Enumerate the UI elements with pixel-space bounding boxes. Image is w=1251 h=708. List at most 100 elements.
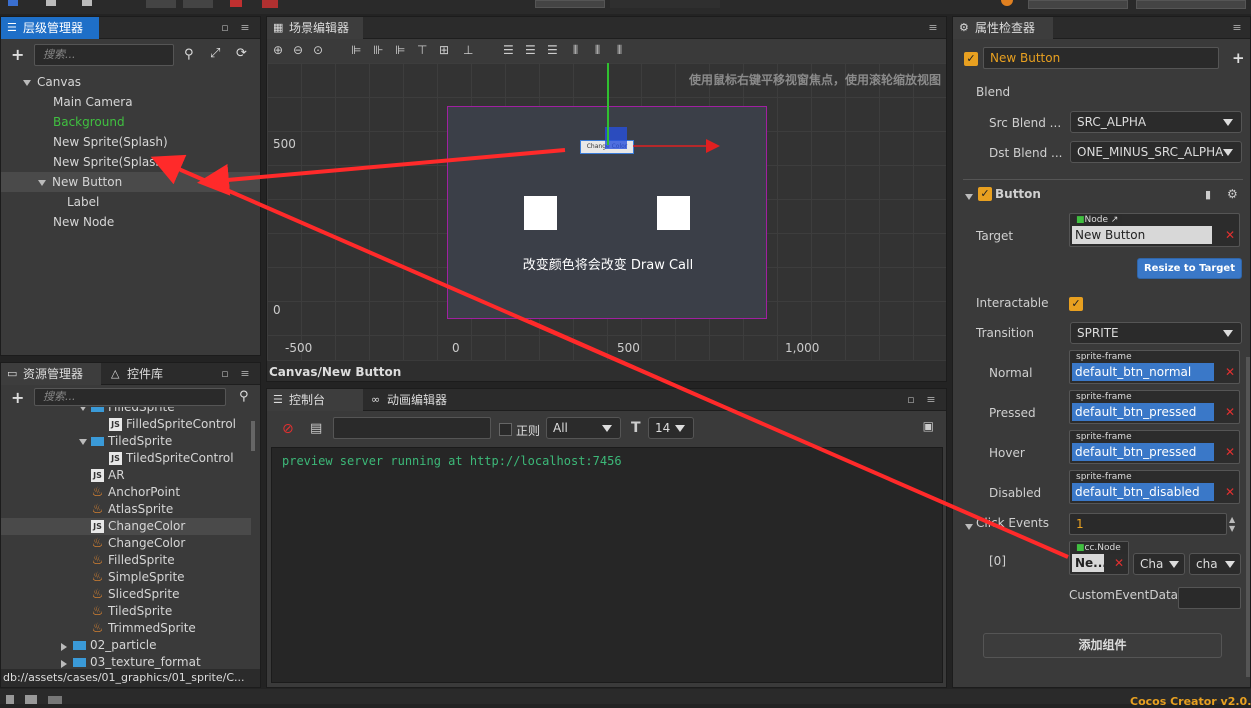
footer-icon-2[interactable] [25, 695, 37, 704]
hierarchy-search-input[interactable]: 搜索... [34, 44, 174, 66]
tree-item-main-camera[interactable]: Main Camera [1, 92, 260, 112]
distribute-1-icon[interactable]: ☰ [503, 43, 514, 57]
inspector-scrollbar[interactable] [1246, 357, 1250, 677]
disabled-sprite-field[interactable]: sprite-frame default_btn_disabled ✕ [1069, 470, 1240, 504]
toolbar-btn-2[interactable] [183, 0, 213, 8]
chevron-down-icon[interactable] [79, 407, 87, 411]
align-bottom-icon[interactable]: ⊥ [463, 43, 473, 57]
asset-item[interactable]: JS ChangeColor [1, 518, 251, 535]
component-collapse-icon[interactable] [965, 189, 979, 203]
regex-checkbox[interactable] [499, 423, 512, 436]
tree-item-background[interactable]: Background [1, 112, 260, 132]
tab-scene[interactable]: ▦ 场景编辑器 [267, 17, 363, 39]
add-asset-icon[interactable]: + [11, 388, 24, 407]
target-field[interactable]: ■Node ↗ New Button ✕ [1069, 213, 1240, 247]
align-vcenter-icon[interactable]: ⊞ [439, 43, 449, 57]
toolbar-btn-4[interactable] [1136, 0, 1246, 9]
tree-item-canvas[interactable]: Canvas [1, 72, 260, 92]
toolbar-refresh-icon[interactable] [46, 0, 56, 6]
normal-sprite-field[interactable]: sprite-frame default_btn_normal ✕ [1069, 350, 1240, 384]
asset-item[interactable]: JS TiledSpriteControl [1, 450, 251, 467]
asset-item[interactable]: ♨ SimpleSprite [1, 569, 251, 586]
tree-item-sprite-splash-2[interactable]: New Sprite(Splash) [1, 152, 260, 172]
toolbar-mobile-icon[interactable] [262, 0, 278, 8]
asset-item[interactable]: 03_texture_format [1, 654, 251, 669]
add-node-icon[interactable]: + [11, 45, 24, 64]
distribute-6-icon[interactable]: ⫴ [617, 43, 622, 58]
interactable-checkbox[interactable]: ✓ [1069, 297, 1083, 311]
clear-icon[interactable]: ✕ [1225, 405, 1235, 419]
distribute-2-icon[interactable]: ☰ [525, 43, 536, 57]
asset-item[interactable]: JS AR [1, 467, 251, 484]
console-filter-input[interactable] [333, 417, 491, 439]
sprite-white-left[interactable] [524, 196, 557, 230]
toolbar-play-icon[interactable] [8, 0, 18, 6]
tab-hierarchy[interactable]: ☰ 层级管理器 [1, 17, 99, 39]
pressed-sprite-field[interactable]: sprite-frame default_btn_pressed ✕ [1069, 390, 1240, 424]
clear-icon[interactable]: ✕ [1225, 228, 1235, 242]
zoom-reset-icon[interactable]: ⊙ [313, 43, 323, 57]
event-handler-select[interactable]: cha [1189, 553, 1241, 575]
toolbar-field[interactable] [610, 0, 720, 8]
transition-select[interactable]: SPRITE [1070, 322, 1242, 344]
custom-event-data-input[interactable] [1178, 587, 1241, 609]
console-output[interactable]: preview server running at http://localho… [271, 447, 943, 683]
hover-sprite-field[interactable]: sprite-frame default_btn_pressed ✕ [1069, 430, 1240, 464]
click-events-count-input[interactable]: 1 [1069, 513, 1227, 535]
node-active-checkbox[interactable]: ✓ [964, 52, 978, 66]
asset-item[interactable]: ♨ TiledSprite [1, 603, 251, 620]
chevron-down-icon[interactable] [79, 439, 87, 445]
add-icon[interactable]: + [1232, 49, 1245, 67]
toolbar-record-icon[interactable] [230, 0, 242, 7]
canvas-label[interactable]: 改变颜色将会改变 Draw Call [448, 254, 768, 273]
menu-icon[interactable]: ≡ [1230, 21, 1244, 35]
book-icon[interactable]: ▮ [1205, 188, 1211, 201]
dst-blend-select[interactable]: ONE_MINUS_SRC_ALPHA [1070, 141, 1242, 163]
zoom-in-icon[interactable]: ⊕ [273, 43, 283, 57]
scene-viewport[interactable]: 使用鼠标右键平移视窗焦点，使用滚轮缩放视图 500 0 -500 0 500 1… [267, 63, 946, 360]
event-target-field[interactable]: ■cc.Node ↗ Ne... ✕ [1069, 541, 1129, 575]
clear-icon[interactable]: ✕ [1114, 556, 1124, 570]
tree-item-label-node[interactable]: Label [1, 192, 260, 212]
maximize-icon[interactable]: ▫ [904, 393, 918, 407]
tree-item-sprite-splash-1[interactable]: New Sprite(Splash) [1, 132, 260, 152]
distribute-3-icon[interactable]: ☰ [547, 43, 558, 57]
assets-search-input[interactable]: 搜索... [34, 388, 226, 406]
event-component-select[interactable]: Cha [1133, 553, 1185, 575]
asset-item[interactable]: JS FilledSpriteControl [1, 416, 251, 433]
asset-item[interactable]: ♨ AnchorPoint [1, 484, 251, 501]
tab-animation[interactable]: ∞ 动画编辑器 [365, 389, 465, 411]
clear-icon[interactable]: ⊘ [282, 421, 294, 437]
clear-icon[interactable]: ✕ [1225, 485, 1235, 499]
asset-item[interactable]: ♨ FilledSprite [1, 552, 251, 569]
gear-icon[interactable]: ⚙ [1227, 187, 1238, 201]
toolbar-btn-1[interactable] [146, 0, 176, 8]
tree-item-new-node[interactable]: New Node [1, 212, 260, 232]
font-size-select[interactable]: 14 [648, 417, 694, 439]
toolbar-stop-icon[interactable] [82, 0, 92, 6]
search-icon[interactable]: ⚲ [239, 389, 249, 404]
menu-icon[interactable]: ≡ [926, 21, 940, 35]
tab-assets[interactable]: ▭ 资源管理器 [1, 363, 101, 385]
toolbar-btn-3[interactable] [1028, 0, 1128, 9]
menu-icon[interactable]: ≡ [924, 393, 938, 407]
tree-item-new-button[interactable]: New Button [1, 172, 260, 192]
toolbar-dropdown[interactable] [535, 0, 605, 8]
maximize-icon[interactable]: ▫ [218, 367, 232, 381]
node-name-input[interactable]: New Button [983, 47, 1219, 69]
asset-item[interactable]: ♨ AtlasSprite [1, 501, 251, 518]
asset-item[interactable]: ♨ SlicedSprite [1, 586, 251, 603]
log-file-icon[interactable]: ▤ [310, 421, 322, 436]
collapse-icon[interactable]: ▣ [923, 419, 934, 433]
clear-icon[interactable]: ✕ [1225, 365, 1235, 379]
src-blend-select[interactable]: SRC_ALPHA [1070, 111, 1242, 133]
stepper-icon[interactable]: ▲ ▼ [1229, 515, 1235, 533]
zoom-out-icon[interactable]: ⊖ [293, 43, 303, 57]
align-right-icon[interactable]: ⊫ [395, 43, 405, 57]
expand-icon[interactable]: ⤢ [210, 46, 220, 61]
footer-icon-3[interactable] [48, 696, 62, 704]
tab-widgets[interactable]: △ 控件库 [105, 363, 195, 385]
refresh-icon[interactable]: ⟳ [236, 46, 247, 61]
menu-icon[interactable]: ≡ [238, 21, 252, 35]
sprite-white-right[interactable] [657, 196, 690, 230]
